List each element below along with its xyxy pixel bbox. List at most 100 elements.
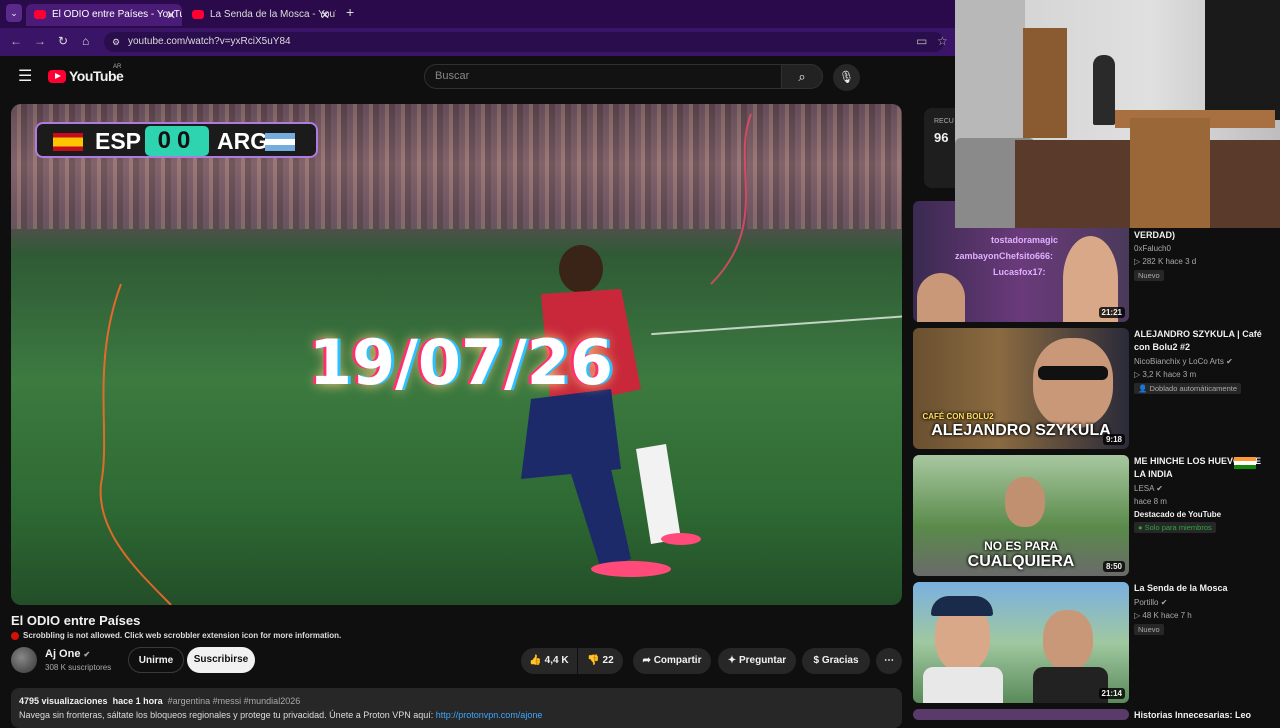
url-input[interactable]: ⚙ youtube.com/watch?v=yxRciX5uY84: [104, 32, 944, 52]
recommendation-item[interactable]: 21:14 La Senda de la Mosca Portillo ✔ ▷ …: [913, 582, 1273, 703]
share-button[interactable]: ➦ Compartir: [633, 648, 711, 674]
subscribe-button[interactable]: Suscribirse: [187, 647, 255, 673]
recommendation-channel[interactable]: NicoBianchix y LoCo Arts ✔: [1134, 357, 1233, 366]
region-code: AR: [113, 64, 122, 70]
cast-icon[interactable]: ▭: [916, 34, 927, 48]
channel-name-text: Aj One: [45, 648, 81, 660]
recommendation-channel[interactable]: 0xFaluch0: [1134, 244, 1171, 253]
bookmark-star-icon[interactable]: ☆: [937, 34, 948, 48]
home-icon[interactable]: ⌂: [82, 34, 89, 48]
youtube-favicon-icon: [34, 10, 46, 19]
verified-icon: ✔: [1226, 357, 1233, 366]
search-icon: ⌕: [798, 69, 806, 84]
thanks-button[interactable]: $ Gracias: [802, 648, 870, 674]
card-label: RECU: [934, 118, 954, 125]
india-flag-icon: [1234, 457, 1256, 469]
video-player[interactable]: ESP 00 ARG 19/07/26: [11, 104, 902, 605]
away-goals: 0: [177, 127, 197, 154]
like-button[interactable]: 👍 4,4 K: [521, 648, 577, 674]
thumbnail-text: ALEJANDRO SZYKULA: [931, 422, 1111, 439]
menu-icon[interactable]: ☰: [18, 66, 32, 86]
thumbnail-face: [917, 273, 965, 322]
description-link[interactable]: http://protonvpn.com/ajone: [436, 710, 543, 720]
spain-flag-icon: [53, 133, 83, 151]
new-tab-icon[interactable]: +: [346, 4, 354, 20]
footballer-figure: [521, 245, 701, 577]
reload-icon[interactable]: ↻: [58, 34, 68, 48]
tab-list-chevron-icon[interactable]: ⌄: [6, 4, 22, 22]
recommendation-title[interactable]: La Senda de la Mosca: [1134, 582, 1274, 595]
new-badge: Nuevo: [1134, 624, 1164, 635]
members-icon: ●: [1138, 523, 1143, 532]
forward-icon[interactable]: →: [34, 34, 46, 48]
recommendation-item[interactable]: Historias Innecesarias: Leo: [913, 709, 1273, 720]
webcam-overlay: [955, 0, 1280, 228]
verified-icon: ✔: [1160, 598, 1168, 607]
thumbnail-body: [923, 667, 1003, 703]
close-tab-icon[interactable]: ✕: [166, 4, 176, 26]
youtube-play-triangle-icon: [55, 73, 61, 79]
recommendation-stats: ▷ 282 K hace 3 d: [1134, 257, 1197, 266]
room-chair: [1130, 118, 1210, 228]
thumbs-down-icon: 👎: [587, 655, 600, 666]
tab-senda-mosca[interactable]: La Senda de la Mosca - YouTube ✕: [184, 4, 336, 26]
hashtags[interactable]: #argentina #messi #mundial2026: [168, 696, 301, 706]
upload-age: hace 1 hora: [112, 696, 163, 706]
video-thumbnail[interactable]: 21:14: [913, 582, 1129, 703]
members-only-badge: ● Solo para miembros: [1134, 522, 1216, 533]
recommendation-channel[interactable]: Portillo ✔: [1134, 598, 1167, 607]
score-box: 00: [145, 126, 209, 156]
thumbnail-face: [1033, 338, 1113, 428]
back-icon[interactable]: ←: [10, 34, 22, 48]
description-text: Navega sin fronteras, sáltate los bloque…: [19, 710, 434, 720]
recommendation-title[interactable]: VERDAD): [1134, 229, 1274, 242]
scrobbler-notice: Scrobbling is not allowed. Click web scr…: [11, 631, 341, 640]
tab-current-video[interactable]: El ODIO entre Países - YouTube ✕: [26, 4, 182, 26]
subscriber-count: 308 K suscriptores: [45, 663, 112, 672]
featured-label: Destacado de YouTube: [1134, 510, 1222, 519]
video-thumbnail[interactable]: [913, 709, 1129, 720]
recommendation-stats: ▷ 3,2 K hace 3 m: [1134, 370, 1197, 379]
verified-icon: ✔: [1156, 484, 1163, 493]
thumbnail-cap: [931, 596, 993, 616]
dislike-button[interactable]: 👎 22: [578, 648, 623, 674]
join-button[interactable]: Unirme: [128, 647, 184, 673]
tab-label: La Senda de la Mosca - YouTube: [210, 9, 336, 20]
dubbed-text: Doblado automáticamente: [1149, 384, 1237, 393]
share-icon: ➦: [642, 655, 651, 666]
channel-avatar[interactable]: [11, 647, 37, 673]
recommendation-item[interactable]: CAFÉ CON BOLU2 ALEJANDRO SZYKULA 9:18 AL…: [913, 328, 1273, 449]
thumbnail-face: [1043, 610, 1093, 670]
video-thumbnail[interactable]: CAFÉ CON BOLU2 ALEJANDRO SZYKULA 9:18: [913, 328, 1129, 449]
recommendation-item[interactable]: NO ES PARA CUALQUIERA 8:50 ME HINCHE LOS…: [913, 455, 1273, 576]
tab-label: El ODIO entre Países - YouTube: [52, 9, 182, 20]
sparkle-icon: ✦: [727, 655, 737, 666]
site-info-icon[interactable]: ⚙: [112, 32, 120, 52]
card-value: 96: [934, 130, 949, 145]
video-duration: 21:14: [1098, 688, 1125, 699]
voice-search-button[interactable]: 🎙: [833, 64, 860, 91]
room-window: [1205, 0, 1280, 120]
description-line: Navega sin fronteras, sáltate los bloque…: [19, 710, 894, 720]
recommendation-title[interactable]: Historias Innecesarias: Leo: [1134, 709, 1274, 722]
close-tab-icon[interactable]: ✕: [320, 4, 330, 26]
channel-name[interactable]: Aj One ✔: [45, 648, 90, 660]
verified-icon: ✔: [83, 650, 91, 659]
more-icon: ⋯: [884, 655, 894, 666]
recommendation-title[interactable]: ALEJANDRO SZYKULA | Café con Bolu2 #2: [1134, 328, 1274, 354]
ask-button[interactable]: ✦ Preguntar: [718, 648, 796, 674]
dubbed-icon: 👤: [1138, 384, 1148, 393]
video-thumbnail[interactable]: NO ES PARA CUALQUIERA 8:50: [913, 455, 1129, 576]
share-label: Compartir: [653, 655, 702, 666]
thumbnail-small-text: CAFÉ CON BOLU2: [922, 412, 994, 421]
away-team: ARG: [217, 128, 269, 154]
thumbnail-body: [1033, 667, 1108, 703]
search-input[interactable]: Buscar: [424, 64, 782, 89]
video-duration: 9:18: [1102, 434, 1125, 445]
thanks-label: Gracias: [821, 655, 859, 666]
thumbnail-sunglasses: [1038, 366, 1108, 380]
description-box[interactable]: 4795 visualizaciones hace 1 hora #argent…: [11, 688, 902, 728]
search-button[interactable]: ⌕: [781, 64, 823, 89]
more-actions-button[interactable]: ⋯: [876, 648, 902, 674]
recommendation-channel[interactable]: LESA ✔: [1134, 484, 1163, 493]
